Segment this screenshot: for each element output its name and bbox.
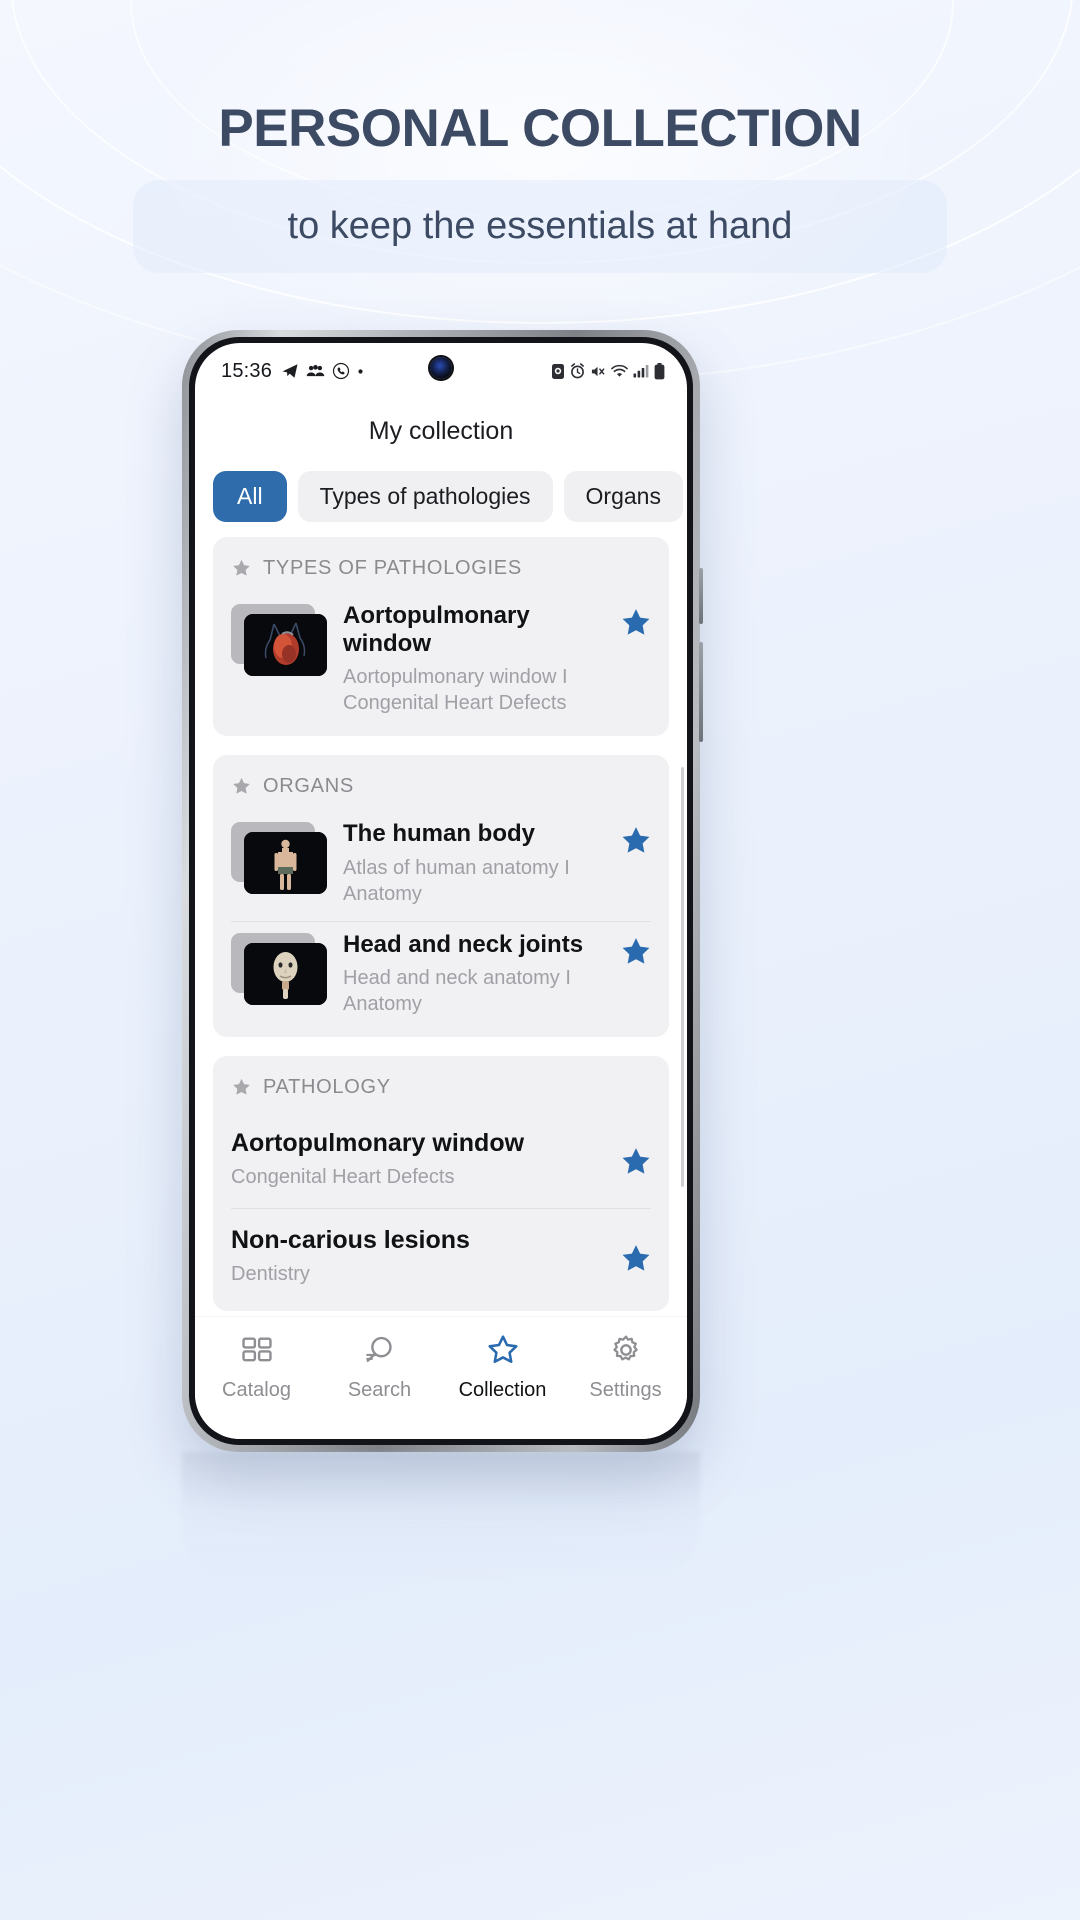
alarm-icon xyxy=(571,363,584,379)
list-item[interactable]: Non-carious lesions Dentistry xyxy=(213,1208,669,1305)
list-item-subtitle: Atlas of human anatomy I Anatomy xyxy=(343,856,570,905)
human-body-thumbnail xyxy=(231,822,327,895)
list-item-subtitle: Head and neck anatomy I Anatomy xyxy=(343,967,571,1016)
thumbnail-front-card xyxy=(244,614,327,676)
battery-icon xyxy=(654,362,665,379)
front-camera-icon xyxy=(430,357,452,379)
nav-label: Search xyxy=(347,1379,412,1401)
head-anatomy-image xyxy=(244,942,327,1005)
contacts-icon xyxy=(306,365,325,377)
list-item-subtitle: Dentistry xyxy=(231,1262,310,1285)
signal-icon xyxy=(633,365,649,378)
status-bar-notification-icons xyxy=(281,362,364,380)
search-icon xyxy=(365,1336,392,1362)
favorite-star-icon[interactable] xyxy=(619,935,653,969)
phone-device-frame: 15:36 My collection All Types of patholo… xyxy=(182,330,703,1452)
nav-item-settings[interactable]: Settings xyxy=(564,1333,687,1402)
star-filled-icon xyxy=(233,1079,250,1096)
thumbnail-front-card xyxy=(244,942,327,1005)
star-filled-icon xyxy=(233,778,250,794)
phone-power-button[interactable] xyxy=(699,642,703,742)
page-title: My collection xyxy=(368,417,514,445)
list-item-text: Head and neck joints Head and neck anato… xyxy=(343,929,603,1018)
promo-subheadline: to keep the essentials at hand xyxy=(287,205,793,247)
nav-item-catalog[interactable]: Catalog xyxy=(195,1333,318,1402)
nav-label: Catalog xyxy=(222,1379,291,1401)
mute-icon xyxy=(591,366,605,376)
list-item-title: Head and neck joints xyxy=(343,930,584,958)
list-item-text: Aortopulmonary window Congenital Heart D… xyxy=(231,1127,603,1190)
filter-chip-all[interactable]: All xyxy=(213,471,287,522)
phone-bezel: 15:36 My collection All Types of patholo… xyxy=(189,337,693,1445)
list-item-text: The human body Atlas of human anatomy I … xyxy=(343,818,603,907)
nav-label: Settings xyxy=(589,1379,662,1401)
favorite-star-icon[interactable] xyxy=(619,1242,653,1276)
favorite-star-icon[interactable] xyxy=(619,824,653,858)
gear-icon xyxy=(612,1335,638,1361)
list-item-title: Non-carious lesions xyxy=(231,1226,470,1255)
collection-section-types-of-pathologies: TYPES OF PATHOLOGIES Aortopulmonary wind… xyxy=(213,537,669,737)
list-item[interactable]: Aortopulmonary window Congenital Heart D… xyxy=(213,1111,669,1208)
section-header-label: TYPES OF PATHOLOGIES xyxy=(263,557,522,579)
wifi-icon xyxy=(611,364,628,377)
list-item-subtitle: Congenital Heart Defects xyxy=(231,1166,455,1189)
list-item[interactable]: Head and neck joints Head and neck anato… xyxy=(213,920,669,1032)
star-filled-icon xyxy=(233,559,250,576)
phone-reflection xyxy=(182,1452,700,1582)
phone-volume-button[interactable] xyxy=(699,568,703,624)
list-item[interactable]: The human body Atlas of human anatomy I … xyxy=(213,810,669,921)
telegram-icon xyxy=(282,364,298,378)
section-header: TYPES OF PATHOLOGIES xyxy=(213,537,669,592)
promo-screenshot: PERSONAL COLLECTION to keep the essentia… xyxy=(0,0,1080,1920)
promo-subheadline-pill: to keep the essentials at hand xyxy=(133,180,947,273)
nav-item-search[interactable]: Search xyxy=(318,1333,441,1402)
section-header: ORGANS xyxy=(213,755,669,810)
grid-icon xyxy=(241,1337,272,1362)
section-header-label: ORGANS xyxy=(263,775,354,798)
list-item-title: The human body xyxy=(343,820,535,848)
scrollbar-thumb[interactable] xyxy=(681,767,684,1187)
list-item-text: Non-carious lesions Dentistry xyxy=(231,1224,603,1287)
list-item-title: Aortopulmonary window xyxy=(343,602,530,657)
more-dot-icon xyxy=(358,368,363,374)
nav-label: Collection xyxy=(458,1379,547,1401)
list-item[interactable]: Aortopulmonary window Aortopulmonary win… xyxy=(213,592,669,730)
status-bar-system-icons xyxy=(551,362,665,380)
list-item-title: Aortopulmonary window xyxy=(231,1129,525,1158)
favorite-star-icon[interactable] xyxy=(619,1145,653,1179)
heart-anatomy-image xyxy=(244,614,327,676)
decorative-arc xyxy=(0,0,1080,324)
collection-section-organs: ORGANS The human body Atlas of human ana… xyxy=(213,755,669,1038)
nav-item-collection[interactable]: Collection xyxy=(441,1333,564,1402)
head-thumbnail xyxy=(231,932,327,1005)
viber-icon xyxy=(332,362,350,380)
star-outline-icon xyxy=(487,1335,518,1364)
status-bar-time: 15:36 xyxy=(221,359,273,382)
status-bar: 15:36 xyxy=(195,343,687,399)
collection-section-pathology: PATHOLOGY Aortopulmonary window Congenit… xyxy=(213,1056,669,1311)
filter-chip-row[interactable]: All Types of pathologies Organs Path xyxy=(195,450,687,537)
heart-thumbnail xyxy=(231,604,327,676)
filter-chip-organs[interactable]: Organs xyxy=(563,471,683,522)
filter-chip-types-of-pathologies[interactable]: Types of pathologies xyxy=(297,471,553,522)
promo-headline: PERSONAL COLLECTION xyxy=(218,99,862,158)
bottom-navigation-bar: Catalog Search Collection Settings xyxy=(195,1317,687,1439)
list-item-subtitle: Aortopulmonary window I Congenital Heart… xyxy=(343,666,568,715)
section-header: PATHOLOGY xyxy=(213,1056,669,1111)
app-badge-icon xyxy=(552,363,564,379)
collection-list[interactable]: TYPES OF PATHOLOGIES Aortopulmonary wind… xyxy=(195,537,687,1315)
section-header-label: PATHOLOGY xyxy=(263,1076,391,1099)
human-body-image xyxy=(244,832,327,895)
favorite-star-icon[interactable] xyxy=(619,606,653,640)
thumbnail-front-card xyxy=(244,832,327,895)
phone-screen: 15:36 My collection All Types of patholo… xyxy=(195,343,687,1439)
list-item-text: Aortopulmonary window Aortopulmonary win… xyxy=(343,600,603,716)
